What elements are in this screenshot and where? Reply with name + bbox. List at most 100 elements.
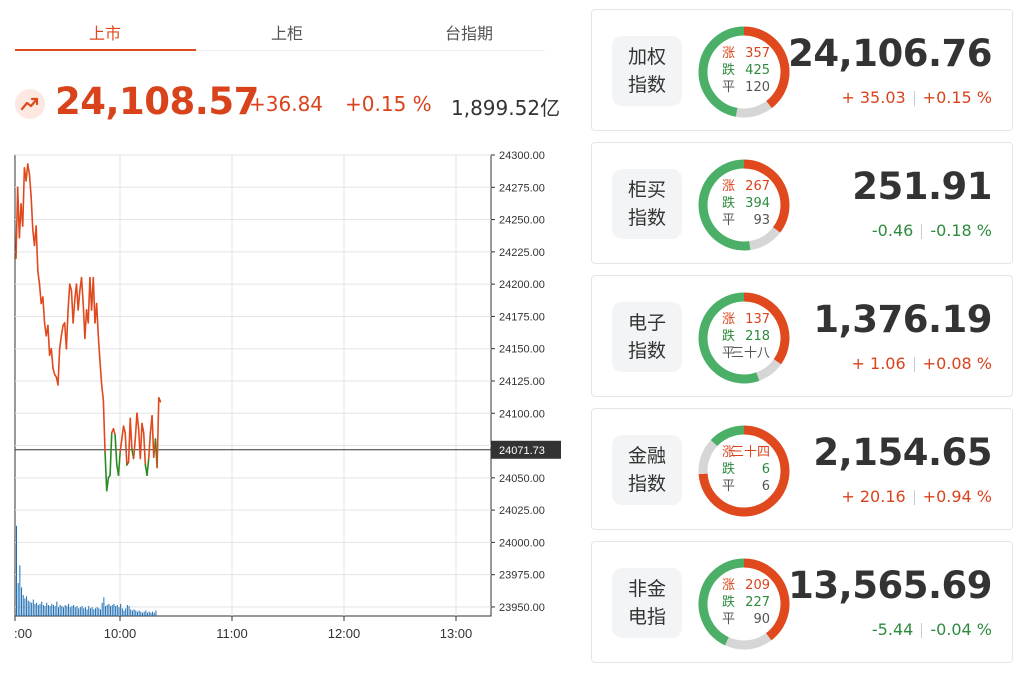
- tab-listed[interactable]: 上市: [15, 20, 195, 44]
- volume-bar: [51, 603, 53, 616]
- decliners-label: 跌: [722, 63, 736, 78]
- x-tick-label: 12:00: [328, 626, 361, 641]
- volume-bar: [121, 608, 123, 616]
- breadth-donut: [698, 292, 790, 384]
- decliners-count: 218: [745, 329, 770, 344]
- volume-bar: [27, 600, 29, 616]
- volume-bar: [76, 606, 78, 616]
- decliners-count: 6: [761, 462, 770, 477]
- decliners-count: 394: [745, 196, 770, 211]
- volume-bar: [69, 607, 71, 616]
- volume-bar: [133, 609, 135, 616]
- card-change-percent: +0.15 %: [922, 88, 992, 107]
- volume-bar: [66, 606, 68, 616]
- volume-bar: [135, 610, 137, 616]
- index-card[interactable]: 金融 指数涨三十四跌 6 平 6 2,154.65 + 20.16 +0.94 %: [591, 408, 1013, 530]
- volume-bar: [59, 605, 61, 616]
- volume-bar: [101, 602, 103, 616]
- advancers-count: 267: [745, 179, 770, 194]
- card-change-percent: +0.08 %: [922, 354, 992, 373]
- card-change-percent: +0.94 %: [922, 487, 992, 506]
- volume-bar: [105, 606, 107, 616]
- market-panel: 上市 上柜 台指期 24,108.57 +36.84 +0.15 % 1,899…: [0, 0, 570, 676]
- index-name: 非金 电指: [612, 568, 682, 638]
- volume-bar: [47, 605, 49, 616]
- volume-bar: [49, 606, 51, 616]
- unchanged-arc: [725, 633, 772, 650]
- index-name-line1: 电子: [627, 312, 666, 334]
- tab-taiex-futures[interactable]: 台指期: [379, 20, 559, 44]
- index-name-line2: 指数: [627, 74, 666, 96]
- volume-bar: [150, 612, 152, 616]
- index-card[interactable]: 加权 指数 涨 357 跌 425 平 120 24,106.76 + 35.03 +0.15 %: [591, 9, 1013, 131]
- index-name: 柜买 指数: [612, 169, 682, 239]
- volume-bar: [89, 608, 91, 616]
- volume-bar: [88, 606, 90, 616]
- y-tick-label: 24200.00: [499, 279, 545, 291]
- index-card[interactable]: 柜买 指数 涨 267 跌 394 平 93 251.91 -0.46 -0.18 %: [591, 142, 1013, 264]
- unchanged-label: 平: [722, 80, 736, 95]
- x-tick-label: :00: [14, 626, 32, 641]
- index-name-line1: 非金: [627, 578, 666, 600]
- card-change-value: + 20.16: [841, 487, 906, 506]
- volume-bar: [64, 605, 66, 616]
- volume-bar: [153, 612, 155, 616]
- volume-bar: [106, 605, 108, 616]
- volume-bar: [136, 611, 138, 616]
- tab-otc[interactable]: 上柜: [197, 20, 377, 44]
- volume-bar: [155, 610, 157, 616]
- volume-bar: [44, 606, 46, 616]
- unchanged-label: 平: [722, 612, 736, 627]
- market-tabs: 上市 上柜 台指期: [15, 12, 545, 51]
- volume-bar: [58, 607, 59, 616]
- y-tick-label: 23950.00: [499, 602, 545, 614]
- index-price: 24,108.57: [55, 80, 259, 123]
- volume-bar: [94, 608, 96, 616]
- index-name-line2: 指数: [627, 340, 666, 362]
- index-name-line2: 电指: [627, 606, 666, 628]
- y-tick-label: 24025.00: [499, 505, 545, 517]
- index-name-line1: 柜买: [627, 179, 666, 201]
- advancers-count: 209: [745, 578, 770, 593]
- volume-bar: [145, 610, 147, 616]
- unchanged-arc: [735, 100, 772, 118]
- y-tick-label: 24125.00: [499, 376, 545, 388]
- decliners-label: 跌: [722, 196, 736, 211]
- volume-bar: [32, 599, 34, 616]
- advancers-count: 357: [745, 46, 770, 61]
- volume-bar: [61, 606, 63, 616]
- volume-bar: [120, 603, 122, 616]
- volume-bar: [41, 601, 43, 616]
- volume-bar: [125, 608, 127, 616]
- unchanged-arc: [756, 358, 782, 381]
- intraday-chart[interactable]: 24300.00 24275.00 24250.00 24225.00 24200.00…: [0, 150, 570, 650]
- volume-bar: [17, 583, 19, 616]
- advancers-count: 137: [745, 312, 770, 327]
- index-name-line2: 指数: [627, 207, 666, 229]
- advancers-count: 三十四: [730, 445, 770, 460]
- volume-bar: [78, 608, 80, 616]
- volume-bar: [110, 606, 112, 616]
- decliners-label: 跌: [722, 462, 736, 477]
- divider: [913, 357, 915, 372]
- volume-bar: [123, 610, 125, 616]
- y-tick-label: 24000.00: [499, 537, 545, 549]
- quote-summary: 24,108.57 +36.84 +0.15 % 1,899.52亿: [15, 80, 575, 132]
- card-change-value: + 35.03: [841, 88, 906, 107]
- index-change: +36.84: [249, 92, 324, 116]
- index-card[interactable]: 非金 电指 涨 209 跌 227 平 90 13,565.69 -5.44 -0.04 %: [591, 541, 1013, 663]
- volume-bar: [73, 605, 75, 616]
- y-tick-label: 24150.00: [499, 344, 545, 356]
- volume-bar: [26, 596, 28, 616]
- volume-bar: [36, 602, 38, 616]
- index-card[interactable]: 电子 指数涨 137 跌 218 平三十八 1,376.19 + 1.06 +0.08 %: [591, 275, 1013, 397]
- x-tick-label: 11:00: [216, 626, 248, 641]
- trend-up-icon: [15, 89, 45, 119]
- volume-bar: [79, 607, 81, 616]
- volume-bar: [86, 609, 88, 616]
- index-name: 加权 指数: [612, 36, 682, 106]
- index-name: 电子 指数: [612, 302, 682, 372]
- card-change-value: -0.46: [871, 221, 914, 240]
- y-tick-label: 24300.00: [499, 150, 545, 162]
- card-index-change: + 1.06 +0.08 %: [852, 354, 992, 373]
